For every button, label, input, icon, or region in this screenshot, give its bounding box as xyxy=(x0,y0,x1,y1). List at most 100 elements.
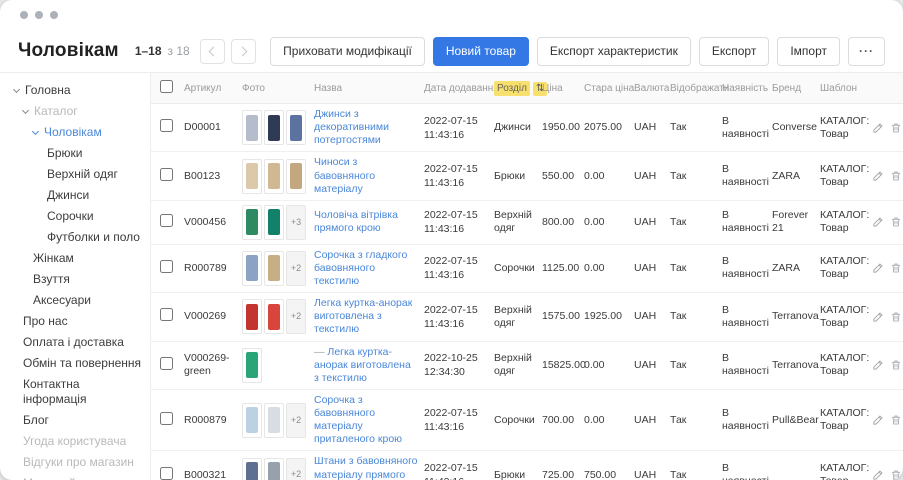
product-photo[interactable] xyxy=(264,251,284,286)
sidebar-item[interactable]: Аксесуари xyxy=(0,290,150,311)
delete-icon[interactable] xyxy=(890,262,902,274)
import-button[interactable]: Імпорт xyxy=(777,37,840,66)
column-header-currency[interactable]: Валюта xyxy=(631,73,667,104)
product-photo[interactable] xyxy=(242,251,262,286)
product-name-link[interactable]: Легка куртка-анорак виготовлена з тексти… xyxy=(314,346,411,384)
sidebar-item[interactable]: Каталог xyxy=(0,101,150,122)
sidebar-item[interactable]: Головна xyxy=(0,80,150,101)
row-checkbox[interactable] xyxy=(160,168,173,181)
more-photos-badge[interactable]: +2 xyxy=(286,251,306,286)
column-header-display[interactable]: Відображати xyxy=(667,73,719,104)
edit-icon[interactable] xyxy=(872,262,884,274)
edit-icon[interactable] xyxy=(872,122,884,134)
column-header-section[interactable]: Розділ⇅ xyxy=(491,73,539,104)
sidebar-item[interactable]: Оплата і доставка xyxy=(0,332,150,353)
product-photo[interactable] xyxy=(264,458,284,480)
column-header-name[interactable]: Назва xyxy=(311,73,421,104)
row-checkbox[interactable] xyxy=(160,214,173,227)
more-photos-badge[interactable]: +2 xyxy=(286,299,306,334)
product-name-link[interactable]: Легка куртка-анорак виготовлена з тексти… xyxy=(314,297,412,335)
product-photo[interactable] xyxy=(264,205,284,240)
edit-icon[interactable] xyxy=(872,216,884,228)
column-header-brand[interactable]: Бренд xyxy=(769,73,817,104)
sidebar-item[interactable]: Контактна інформація xyxy=(0,374,150,410)
sidebar-item[interactable]: Жінкам xyxy=(0,248,150,269)
delete-icon[interactable] xyxy=(890,311,902,323)
column-header-availability[interactable]: Наявність xyxy=(719,73,769,104)
product-name-link[interactable]: Джинси з декоративними потертостями xyxy=(314,108,389,146)
row-checkbox[interactable] xyxy=(160,119,173,132)
edit-icon[interactable] xyxy=(872,170,884,182)
prev-page-button[interactable] xyxy=(200,39,225,64)
product-name-link[interactable]: Штани з бавовняного матеріалу прямого кр… xyxy=(314,455,418,480)
product-name-link[interactable]: Чиноси з бавовняного матеріалу xyxy=(314,156,375,194)
export-button[interactable]: Експорт xyxy=(699,37,769,66)
window-control-dot[interactable] xyxy=(35,11,43,19)
row-checkbox[interactable] xyxy=(160,357,173,370)
more-photos-badge[interactable]: +2 xyxy=(286,458,306,480)
sidebar-item[interactable]: Джинси xyxy=(0,185,150,206)
product-photo[interactable] xyxy=(286,110,306,145)
sidebar-item[interactable]: Угода користувача xyxy=(0,431,150,452)
product-photo[interactable] xyxy=(242,205,262,240)
column-header-artikul[interactable]: Артикул xyxy=(181,73,239,104)
more-actions-button[interactable]: ··· xyxy=(848,37,885,66)
sidebar-item[interactable]: Футболки и поло xyxy=(0,227,150,248)
select-all-checkbox[interactable] xyxy=(160,80,173,93)
edit-icon[interactable] xyxy=(872,311,884,323)
product-photo[interactable] xyxy=(242,458,262,480)
delete-icon[interactable] xyxy=(890,414,902,426)
edit-icon[interactable] xyxy=(872,414,884,426)
more-photos-badge[interactable]: +2 xyxy=(286,403,306,438)
edit-icon[interactable] xyxy=(872,469,884,480)
sidebar-item[interactable]: Відгуки про магазин xyxy=(0,452,150,473)
delete-icon[interactable] xyxy=(890,359,902,371)
row-checkbox[interactable] xyxy=(160,467,173,480)
row-checkbox[interactable] xyxy=(160,412,173,425)
product-photo[interactable] xyxy=(286,159,306,194)
product-name-link[interactable]: Чоловіча вітрівка прямого крою xyxy=(314,209,398,234)
product-photo[interactable] xyxy=(264,403,284,438)
sidebar-item[interactable]: Мапа сайту xyxy=(0,473,150,480)
column-header-date[interactable]: Дата додавання xyxy=(421,73,491,104)
row-checkbox[interactable] xyxy=(160,308,173,321)
sidebar-item[interactable]: Блог xyxy=(0,410,150,431)
delete-icon[interactable] xyxy=(890,122,902,134)
hide-modifications-button[interactable]: Приховати модифікації xyxy=(270,37,425,66)
sidebar-item[interactable]: Верхній одяг xyxy=(0,164,150,185)
delete-icon[interactable] xyxy=(890,216,902,228)
next-page-button[interactable] xyxy=(231,39,256,64)
sidebar-item[interactable]: Брюки xyxy=(0,143,150,164)
window-control-dot[interactable] xyxy=(20,11,28,19)
product-photo[interactable] xyxy=(264,110,284,145)
product-name-link[interactable]: Сорочка з бавовняного матеріалу притален… xyxy=(314,394,402,445)
product-name-link[interactable]: Сорочка з гладкого бавовняного текстилю xyxy=(314,249,407,287)
delete-icon[interactable] xyxy=(890,170,902,182)
column-header-template[interactable]: Шаблон xyxy=(817,73,869,104)
row-checkbox[interactable] xyxy=(160,260,173,273)
sidebar-item[interactable]: Сорочки xyxy=(0,206,150,227)
export-characteristics-button[interactable]: Експорт характеристик xyxy=(537,37,691,66)
column-header-price[interactable]: Ціна xyxy=(539,73,581,104)
time-value: 11:43:16 xyxy=(424,128,488,142)
cell-section: Джинси xyxy=(491,104,539,152)
product-photo[interactable] xyxy=(242,159,262,194)
product-photo[interactable] xyxy=(242,110,262,145)
window-control-dot[interactable] xyxy=(50,11,58,19)
edit-icon[interactable] xyxy=(872,359,884,371)
sidebar-item[interactable]: Взуття xyxy=(0,269,150,290)
new-product-button[interactable]: Новий товар xyxy=(433,37,529,66)
product-photo[interactable] xyxy=(242,403,262,438)
sidebar-item[interactable]: Про нас xyxy=(0,311,150,332)
delete-icon[interactable] xyxy=(890,469,902,480)
column-header-photo[interactable]: Фото xyxy=(239,73,311,104)
product-photo[interactable] xyxy=(242,348,262,383)
column-header-old_price[interactable]: Стара ціна xyxy=(581,73,631,104)
garment-swatch xyxy=(246,407,258,433)
sidebar-item[interactable]: Чоловікам xyxy=(0,122,150,143)
product-photo[interactable] xyxy=(264,159,284,194)
more-photos-badge[interactable]: +3 xyxy=(286,205,306,240)
sidebar-item[interactable]: Обмін та повернення xyxy=(0,353,150,374)
product-photo[interactable] xyxy=(242,299,262,334)
product-photo[interactable] xyxy=(264,299,284,334)
